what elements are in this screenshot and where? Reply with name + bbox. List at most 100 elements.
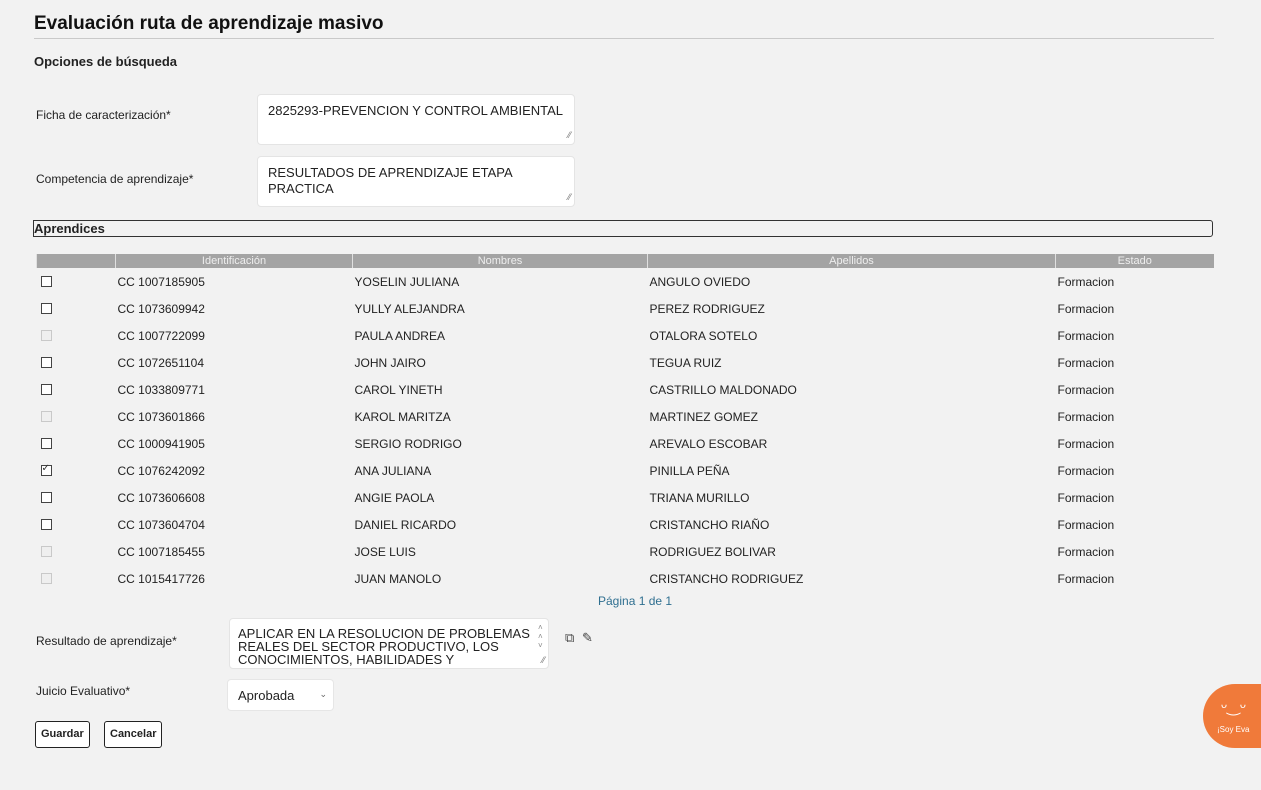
estado-cell: Formacion	[1057, 328, 1115, 343]
clear-broom-icon[interactable]: ✎	[582, 630, 593, 646]
row-checkbox	[40, 411, 52, 422]
row-select-cell	[37, 457, 116, 484]
row-checkbox	[40, 573, 52, 584]
identificacion-cell: CC 1072651104	[117, 355, 205, 370]
estado-cell: Formacion	[1057, 274, 1115, 289]
column-header-nombres[interactable]: Nombres	[352, 254, 648, 268]
apellidos-cell: CRISTANCHO RODRIGUEZ	[649, 571, 804, 586]
nombres-cell: SERGIO RODRIGO	[354, 436, 462, 451]
nombres-cell: JOSE LUIS	[354, 544, 416, 559]
ficha-field[interactable]: 2825293-PREVENCION Y CONTROL AMBIENTAL ⁄…	[257, 94, 575, 145]
apellidos-cell: CASTRILLO MALDONADO	[649, 382, 797, 397]
ficha-value: 2825293-PREVENCION Y CONTROL AMBIENTAL	[268, 103, 564, 118]
estado-cell: Formacion	[1057, 490, 1115, 505]
table-row: CC 1073606608 ANGIE PAOLA TRIANA MURILLO Fo…	[37, 484, 1214, 511]
row-checkbox[interactable]	[40, 357, 52, 368]
estado-cell: Formacion	[1057, 571, 1115, 586]
row-checkbox[interactable]	[40, 519, 52, 530]
aprendices-section-title: Aprendices	[34, 221, 105, 236]
identificacion-cell: CC 1073609942	[117, 301, 205, 316]
estado-cell: Formacion	[1057, 517, 1115, 532]
row-checkbox[interactable]	[40, 463, 52, 476]
apellidos-cell: CRISTANCHO RIAÑO	[649, 517, 770, 532]
chevron-down-icon: ⌄	[319, 689, 327, 699]
row-checkbox[interactable]	[40, 276, 52, 287]
row-checkbox[interactable]	[40, 384, 52, 395]
table-row: CC 1007185455 JOSE LUIS RODRIGUEZ BOLIVAR F…	[37, 538, 1214, 565]
row-select-cell	[37, 349, 116, 376]
eva-assistant-label: ¡Soy Eva	[1217, 725, 1250, 734]
row-select-cell	[37, 430, 116, 457]
estado-cell: Formacion	[1057, 409, 1115, 424]
competencia-value: RESULTADOS DE APRENDIZAJE ETAPA PRACTICA	[268, 165, 512, 196]
table-row: CC 1076242092 ANA JULIANA PINILLA PEÑA Form…	[37, 457, 1214, 484]
estado-cell: Formacion	[1057, 301, 1115, 316]
nombres-cell: DANIEL RICARDO	[354, 517, 457, 532]
nombres-cell: CAROL YINETH	[354, 382, 443, 397]
pagination-info: Página 1 de 1	[598, 594, 673, 608]
identificacion-cell: CC 1076242092	[117, 463, 205, 478]
table-row: CC 1033809771 CAROL YINETH CASTRILLO MALDO…	[37, 376, 1214, 403]
table-header-row: Identificación Nombres Apellidos Estado	[36, 254, 1214, 268]
apellidos-cell: OTALORA SOTELO	[649, 328, 758, 343]
table-row: CC 1072651104 JOHN JAIRO TEGUA RUIZ Formaci…	[37, 349, 1214, 376]
apellidos-cell: ANGULO OVIEDO	[649, 274, 751, 289]
table-row: CC 1073604704 DANIEL RICARDO CRISTANCHO RI…	[37, 511, 1214, 538]
estado-cell: Formacion	[1057, 382, 1115, 397]
nombres-cell: PAULA ANDREA	[354, 328, 445, 343]
identificacion-cell: CC 1033809771	[117, 382, 205, 397]
competencia-field[interactable]: RESULTADOS DE APRENDIZAJE ETAPA PRACTICA…	[257, 156, 575, 207]
table-row: CC 1073609942 YULLY ALEJANDRA PEREZ RODRIG…	[37, 295, 1214, 322]
identificacion-cell: CC 1015417726	[117, 571, 205, 586]
column-header-estado[interactable]: Estado	[1055, 254, 1214, 268]
resultado-label: Resultado de aprendizaje*	[36, 634, 177, 648]
table-row: CC 1000941905 SERGIO RODRIGO AREVALO ESCOB…	[37, 430, 1214, 457]
estado-cell: Formacion	[1057, 355, 1115, 370]
resultado-value: APLICAR EN LA RESOLUCION DE PROBLEMAS RE…	[238, 626, 530, 668]
apellidos-cell: RODRIGUEZ BOLIVAR	[649, 544, 776, 559]
estado-cell: Formacion	[1057, 544, 1115, 559]
aprendices-table: Identificación Nombres Apellidos Estado …	[36, 254, 1214, 592]
row-select-cell	[37, 538, 116, 565]
row-checkbox	[40, 546, 52, 557]
row-checkbox[interactable]	[40, 492, 52, 503]
estado-cell: Formacion	[1057, 463, 1115, 478]
row-checkbox	[40, 330, 52, 341]
column-header-identificacion[interactable]: Identificación	[115, 254, 353, 268]
resultado-field[interactable]: APLICAR EN LA RESOLUCION DE PROBLEMAS RE…	[229, 618, 549, 669]
juicio-label: Juicio Evaluativo*	[36, 684, 131, 698]
guardar-button[interactable]: Guardar	[35, 721, 90, 748]
resultado-scrollbar[interactable]: ˄ ˄ ˅	[538, 623, 543, 650]
identificacion-cell: CC 1073604704	[117, 517, 205, 532]
row-checkbox[interactable]	[40, 303, 52, 314]
column-header-apellidos[interactable]: Apellidos	[647, 254, 1056, 268]
resize-grip-icon[interactable]: ⁄⁄	[568, 189, 571, 205]
row-select-cell	[37, 511, 116, 538]
open-popup-icon[interactable]: ⧉	[565, 630, 574, 646]
nombres-cell: YULLY ALEJANDRA	[354, 301, 465, 316]
estado-cell: Formacion	[1057, 436, 1115, 451]
cancelar-button[interactable]: Cancelar	[104, 721, 162, 748]
row-select-cell	[37, 376, 116, 403]
apellidos-cell: TRIANA MURILLO	[649, 490, 750, 505]
nombres-cell: YOSELIN JULIANA	[354, 274, 460, 289]
row-checkbox[interactable]	[40, 438, 52, 449]
competencia-label: Competencia de aprendizaje*	[36, 172, 194, 186]
nombres-cell: ANGIE PAOLA	[354, 490, 435, 505]
resize-grip-icon[interactable]: ⁄⁄	[542, 654, 545, 667]
apellidos-cell: AREVALO ESCOBAR	[649, 436, 768, 451]
row-select-cell	[37, 268, 116, 295]
nombres-cell: JUAN MANOLO	[354, 571, 442, 586]
resize-grip-icon[interactable]: ⁄⁄	[568, 127, 571, 143]
apellidos-cell: PEREZ RODRIGUEZ	[649, 301, 765, 316]
nombres-cell: KAROL MARITZA	[354, 409, 451, 424]
table-row: CC 1007185905 YOSELIN JULIANA ANGULO OVIED…	[37, 268, 1214, 295]
eva-assistant-button[interactable]: ᵕ‿ᵕ ¡Soy Eva	[1203, 684, 1261, 748]
aprendices-section-header: Aprendices	[33, 220, 1213, 237]
apellidos-cell: MARTINEZ GOMEZ	[649, 409, 758, 424]
table-row: CC 1073601866 KAROL MARITZA MARTINEZ GOMEZ…	[37, 403, 1214, 430]
identificacion-cell: CC 1000941905	[117, 436, 205, 451]
juicio-select[interactable]: Aprobada ⌄	[227, 679, 334, 711]
row-select-cell	[37, 322, 116, 349]
chat-bot-icon: ᵕ‿ᵕ	[1221, 699, 1246, 716]
